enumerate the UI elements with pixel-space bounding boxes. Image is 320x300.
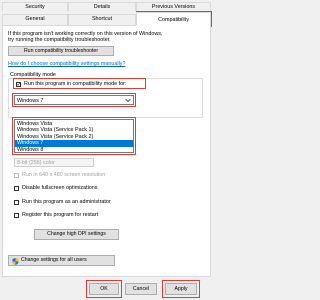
compat-mode-selected-value: Windows 7 <box>17 97 44 104</box>
disable-fullscreen-checkbox[interactable] <box>14 186 19 191</box>
compat-mode-checkbox[interactable] <box>16 81 22 88</box>
ok-button[interactable]: OK <box>89 283 119 295</box>
chevron-down-icon <box>125 98 131 103</box>
cancel-button[interactable]: Cancel <box>125 283 157 295</box>
color-value: 8-bit (256) color <box>17 160 55 166</box>
intro-text-line2: try running the compatibility troublesho… <box>8 37 111 43</box>
run-admin-checkbox[interactable] <box>14 200 19 205</box>
register-restart-label: Register this program for restart <box>22 212 99 218</box>
tab-previous-versions[interactable]: Previous Versions <box>136 2 211 11</box>
disable-fullscreen-label: Disable fullscreen optimizations <box>22 185 98 191</box>
compat-mode-select[interactable]: Windows 7 <box>14 95 134 105</box>
tab-security[interactable]: Security <box>2 2 68 11</box>
run-admin-label: Run this program as an administrator <box>22 199 111 205</box>
high-dpi-button[interactable]: Change high DPI settings <box>34 229 119 240</box>
all-users-button[interactable]: Change settings for all users <box>8 255 115 266</box>
all-users-label: Change settings for all users <box>21 257 87 263</box>
tab-compatibility[interactable]: Compatibility <box>136 12 211 26</box>
run-640-checkbox[interactable] <box>14 173 19 178</box>
color-select: 8-bit (256) color <box>14 158 94 167</box>
apply-button[interactable]: Apply <box>165 283 197 295</box>
option-windows-8[interactable]: Windows 8 <box>15 147 133 154</box>
tab-general[interactable]: General <box>2 14 68 25</box>
choose-settings-link[interactable]: How do I choose compatibility settings m… <box>8 61 125 67</box>
compat-mode-checkbox-label: Run this program in compatibility mode f… <box>24 81 127 87</box>
tab-details[interactable]: Details <box>68 2 136 11</box>
run-troubleshooter-button[interactable]: Run compatibility troubleshooter <box>8 46 114 56</box>
run-640-label: Run in 640 x 480 screen resolution <box>22 172 106 178</box>
shield-icon <box>12 257 19 265</box>
compat-mode-group-label: Compatibility mode <box>9 72 57 78</box>
register-restart-checkbox[interactable] <box>14 213 19 218</box>
compat-mode-dropdown[interactable]: Windows Vista Windows Vista (Service Pac… <box>14 119 134 153</box>
tab-shortcut[interactable]: Shortcut <box>68 14 136 25</box>
